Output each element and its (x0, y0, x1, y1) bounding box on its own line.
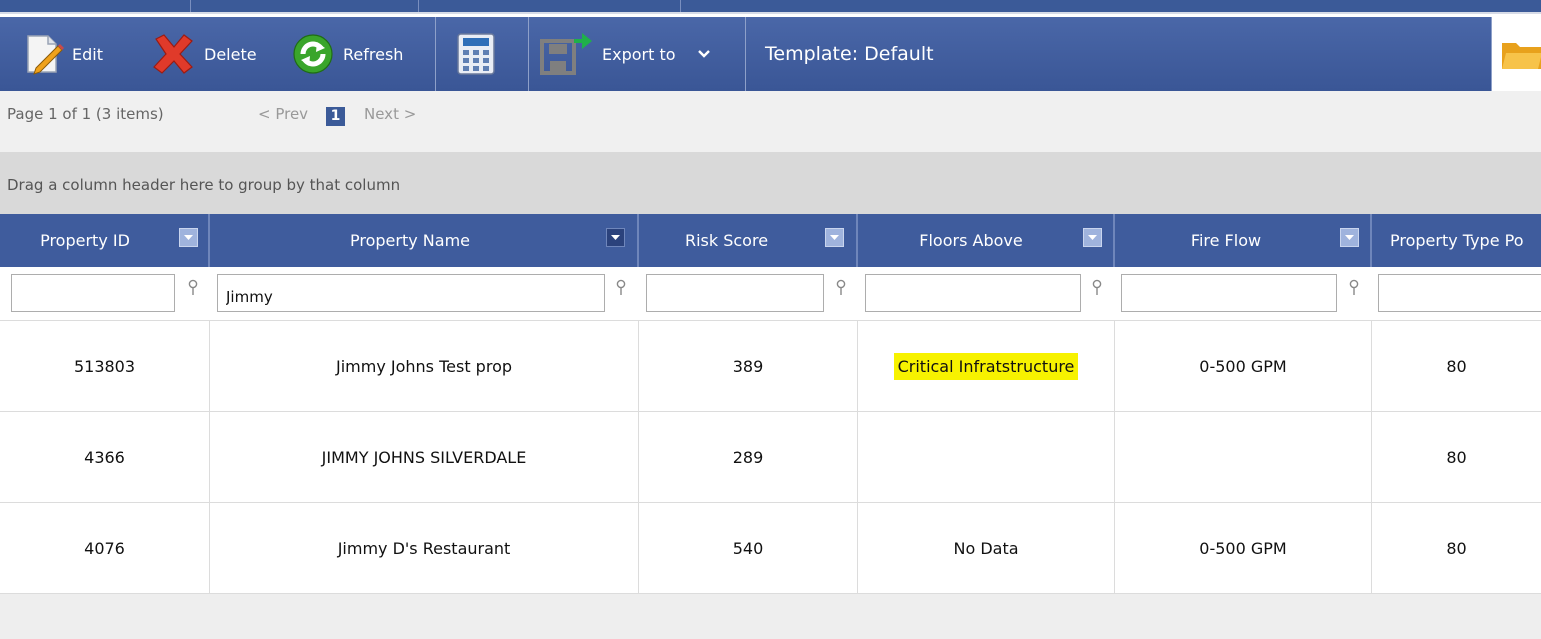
column-header-risk-score[interactable]: Risk Score (639, 214, 814, 267)
group-panel[interactable]: Drag a column header here to group by th… (0, 152, 1541, 214)
column-menu-icon[interactable] (606, 228, 625, 247)
cell-property-id: 4076 (84, 538, 125, 558)
filter-row (0, 267, 1541, 321)
top-strip (0, 0, 1541, 14)
cell-property-name: JIMMY JOHNS SILVERDALE (321, 447, 527, 467)
refresh-button[interactable]: Refresh (291, 17, 403, 91)
grid-footer (0, 594, 1541, 639)
cell-property-id: 513803 (73, 356, 136, 376)
table-row[interactable]: 513803 Jimmy Johns Test prop 389 Critica… (0, 321, 1541, 412)
export-button[interactable]: Export to (540, 17, 710, 91)
grid-header: Property ID Property Name Risk Score Flo… (0, 214, 1541, 267)
cell-fire-flow: 0-500 GPM (1199, 538, 1287, 558)
toolbar-divider (745, 17, 746, 91)
column-header-property-id[interactable]: Property ID (0, 214, 170, 267)
edit-label: Edit (72, 44, 103, 64)
page-info: Page 1 of 1 (3 items) (7, 105, 164, 123)
export-icon (540, 31, 594, 77)
filter-icon[interactable] (1090, 279, 1104, 297)
highlighted-value: Critical Infratstructure (893, 352, 1079, 380)
filter-icon[interactable] (834, 279, 848, 297)
cell-property-name: Jimmy Johns Test prop (335, 356, 513, 376)
filter-icon[interactable] (1347, 279, 1361, 297)
edit-button[interactable]: Edit (24, 17, 103, 91)
toolbar: Edit Delete Refresh Export to Template: … (0, 17, 1541, 91)
prev-page-link[interactable]: < Prev (258, 105, 308, 123)
table-row[interactable]: 4076 Jimmy D's Restaurant 540 No Data 0-… (0, 503, 1541, 594)
delete-label: Delete (204, 44, 257, 64)
column-header-fire-flow[interactable]: Fire Flow (1115, 214, 1337, 267)
cell-property-type: 80 (1446, 538, 1467, 558)
column-menu-icon[interactable] (825, 228, 844, 247)
top-strip-edge (0, 12, 1541, 14)
column-header-floors-above[interactable]: Floors Above (858, 214, 1084, 267)
column-menu-icon[interactable] (1340, 228, 1359, 247)
column-header-property-name[interactable]: Property Name (210, 214, 610, 267)
column-header-property-type[interactable]: Property Type Po (1372, 214, 1541, 267)
toolbar-divider (528, 17, 529, 91)
calculator-icon (456, 32, 496, 76)
cell-floors-above: No Data (953, 538, 1019, 558)
table-row[interactable]: 4366 JIMMY JOHNS SILVERDALE 289 80 (0, 412, 1541, 503)
folder-icon[interactable] (1502, 39, 1541, 73)
group-panel-text: Drag a column header here to group by th… (7, 176, 401, 194)
next-page-link[interactable]: Next > (364, 105, 416, 123)
pager: Page 1 of 1 (3 items) < Prev 1 Next > (0, 91, 1541, 152)
filter-icon[interactable] (614, 279, 628, 297)
column-header-label: Fire Flow (1190, 231, 1262, 250)
column-header-label: Property ID (40, 231, 130, 250)
filter-input-floors-above[interactable] (865, 274, 1081, 312)
cell-property-id: 4366 (84, 447, 125, 467)
delete-icon (150, 33, 196, 75)
cell-fire-flow (1115, 412, 1371, 502)
right-panel (1491, 17, 1541, 91)
cell-fire-flow: 0-500 GPM (1199, 356, 1287, 376)
column-menu-icon[interactable] (179, 228, 198, 247)
column-header-label: Property Name (350, 231, 470, 250)
column-header-label: Floors Above (919, 231, 1023, 250)
cell-risk-score: 289 (732, 447, 764, 467)
filter-input-property-type[interactable] (1378, 274, 1541, 312)
calculator-button[interactable] (456, 17, 496, 91)
refresh-label: Refresh (343, 44, 404, 64)
filter-icon[interactable] (186, 279, 200, 297)
cell-floors-above (858, 412, 1114, 502)
cell-risk-score: 540 (732, 538, 764, 558)
filter-input-risk-score[interactable] (646, 274, 824, 312)
cell-floors-above: Critical Infratstructure (858, 321, 1114, 411)
filter-input-property-id[interactable] (11, 274, 175, 312)
column-menu-icon[interactable] (1083, 228, 1102, 247)
export-label: Export to (602, 44, 676, 64)
cell-property-name: Jimmy D's Restaurant (337, 538, 511, 558)
edit-icon (24, 32, 64, 76)
filter-input-fire-flow[interactable] (1121, 274, 1337, 312)
chevron-down-icon[interactable] (697, 49, 710, 59)
column-header-label: Risk Score (684, 231, 769, 250)
column-header-label: Property Type Po (1390, 231, 1524, 250)
current-page-button[interactable]: 1 (326, 107, 345, 126)
template-label[interactable]: Template: Default (765, 17, 934, 91)
delete-button[interactable]: Delete (150, 17, 257, 91)
refresh-icon (291, 32, 335, 76)
cell-property-type: 80 (1446, 447, 1467, 467)
filter-input-property-name[interactable] (217, 274, 605, 312)
cell-risk-score: 389 (732, 356, 764, 376)
cell-property-type: 80 (1446, 356, 1467, 376)
toolbar-divider (435, 17, 436, 91)
